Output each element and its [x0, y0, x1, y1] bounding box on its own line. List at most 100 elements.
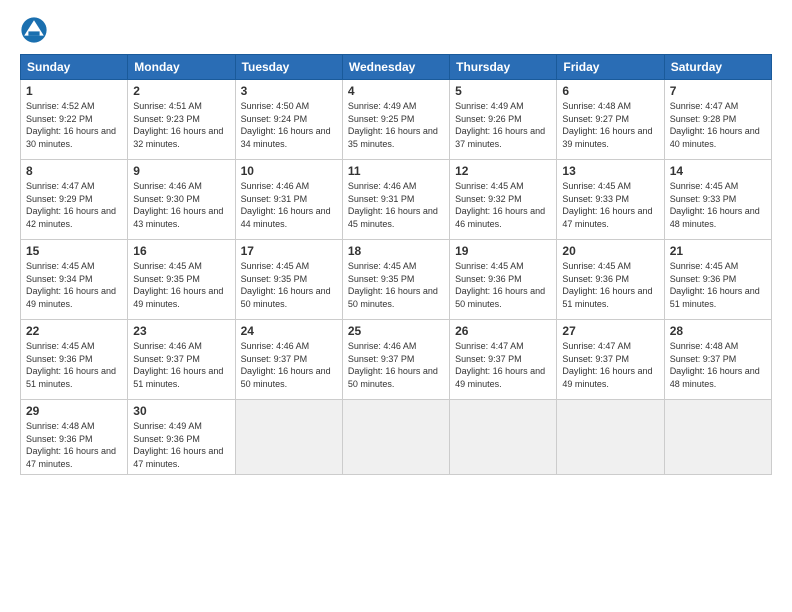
calendar-cell: 20 Sunrise: 4:45 AMSunset: 9:36 PMDaylig…: [557, 240, 664, 320]
calendar-weekday-saturday: Saturday: [664, 55, 771, 80]
calendar-cell: 27 Sunrise: 4:47 AMSunset: 9:37 PMDaylig…: [557, 320, 664, 400]
calendar-cell: 26 Sunrise: 4:47 AMSunset: 9:37 PMDaylig…: [450, 320, 557, 400]
calendar-cell: 12 Sunrise: 4:45 AMSunset: 9:32 PMDaylig…: [450, 160, 557, 240]
day-number: 16: [133, 244, 229, 258]
calendar-row-3: 15 Sunrise: 4:45 AMSunset: 9:34 PMDaylig…: [21, 240, 772, 320]
day-number: 28: [670, 324, 766, 338]
calendar-weekday-thursday: Thursday: [450, 55, 557, 80]
day-info: Sunrise: 4:48 AMSunset: 9:36 PMDaylight:…: [26, 420, 122, 470]
day-number: 11: [348, 164, 444, 178]
calendar-cell: 24 Sunrise: 4:46 AMSunset: 9:37 PMDaylig…: [235, 320, 342, 400]
calendar-weekday-tuesday: Tuesday: [235, 55, 342, 80]
calendar-cell: 2 Sunrise: 4:51 AMSunset: 9:23 PMDayligh…: [128, 80, 235, 160]
calendar-cell: [664, 400, 771, 475]
day-number: 29: [26, 404, 122, 418]
page: SundayMondayTuesdayWednesdayThursdayFrid…: [0, 0, 792, 485]
day-info: Sunrise: 4:50 AMSunset: 9:24 PMDaylight:…: [241, 100, 337, 150]
day-info: Sunrise: 4:45 AMSunset: 9:32 PMDaylight:…: [455, 180, 551, 230]
day-info: Sunrise: 4:52 AMSunset: 9:22 PMDaylight:…: [26, 100, 122, 150]
day-info: Sunrise: 4:49 AMSunset: 9:36 PMDaylight:…: [133, 420, 229, 470]
day-number: 15: [26, 244, 122, 258]
day-info: Sunrise: 4:47 AMSunset: 9:28 PMDaylight:…: [670, 100, 766, 150]
day-number: 7: [670, 84, 766, 98]
calendar-cell: 22 Sunrise: 4:45 AMSunset: 9:36 PMDaylig…: [21, 320, 128, 400]
calendar-cell: [450, 400, 557, 475]
calendar-cell: 3 Sunrise: 4:50 AMSunset: 9:24 PMDayligh…: [235, 80, 342, 160]
calendar-cell: 16 Sunrise: 4:45 AMSunset: 9:35 PMDaylig…: [128, 240, 235, 320]
calendar-cell: 10 Sunrise: 4:46 AMSunset: 9:31 PMDaylig…: [235, 160, 342, 240]
day-info: Sunrise: 4:45 AMSunset: 9:33 PMDaylight:…: [562, 180, 658, 230]
day-number: 10: [241, 164, 337, 178]
calendar-cell: 1 Sunrise: 4:52 AMSunset: 9:22 PMDayligh…: [21, 80, 128, 160]
calendar-weekday-monday: Monday: [128, 55, 235, 80]
day-number: 9: [133, 164, 229, 178]
day-number: 23: [133, 324, 229, 338]
day-number: 2: [133, 84, 229, 98]
logo: [20, 16, 52, 44]
day-number: 12: [455, 164, 551, 178]
calendar-cell: 30 Sunrise: 4:49 AMSunset: 9:36 PMDaylig…: [128, 400, 235, 475]
calendar-weekday-sunday: Sunday: [21, 55, 128, 80]
day-info: Sunrise: 4:46 AMSunset: 9:31 PMDaylight:…: [348, 180, 444, 230]
day-number: 3: [241, 84, 337, 98]
calendar-row-2: 8 Sunrise: 4:47 AMSunset: 9:29 PMDayligh…: [21, 160, 772, 240]
calendar-cell: [235, 400, 342, 475]
day-info: Sunrise: 4:45 AMSunset: 9:36 PMDaylight:…: [670, 260, 766, 310]
calendar-cell: 9 Sunrise: 4:46 AMSunset: 9:30 PMDayligh…: [128, 160, 235, 240]
day-info: Sunrise: 4:45 AMSunset: 9:36 PMDaylight:…: [26, 340, 122, 390]
day-number: 22: [26, 324, 122, 338]
day-number: 25: [348, 324, 444, 338]
calendar-cell: 6 Sunrise: 4:48 AMSunset: 9:27 PMDayligh…: [557, 80, 664, 160]
calendar-weekday-wednesday: Wednesday: [342, 55, 449, 80]
calendar-cell: 28 Sunrise: 4:48 AMSunset: 9:37 PMDaylig…: [664, 320, 771, 400]
day-info: Sunrise: 4:45 AMSunset: 9:36 PMDaylight:…: [562, 260, 658, 310]
calendar-table: SundayMondayTuesdayWednesdayThursdayFrid…: [20, 54, 772, 475]
day-info: Sunrise: 4:46 AMSunset: 9:30 PMDaylight:…: [133, 180, 229, 230]
day-info: Sunrise: 4:45 AMSunset: 9:36 PMDaylight:…: [455, 260, 551, 310]
calendar-cell: 14 Sunrise: 4:45 AMSunset: 9:33 PMDaylig…: [664, 160, 771, 240]
calendar-cell: 19 Sunrise: 4:45 AMSunset: 9:36 PMDaylig…: [450, 240, 557, 320]
day-info: Sunrise: 4:45 AMSunset: 9:35 PMDaylight:…: [241, 260, 337, 310]
calendar-cell: [557, 400, 664, 475]
day-info: Sunrise: 4:46 AMSunset: 9:37 PMDaylight:…: [133, 340, 229, 390]
day-info: Sunrise: 4:47 AMSunset: 9:37 PMDaylight:…: [562, 340, 658, 390]
day-number: 20: [562, 244, 658, 258]
header: [20, 16, 772, 44]
calendar-cell: 29 Sunrise: 4:48 AMSunset: 9:36 PMDaylig…: [21, 400, 128, 475]
calendar-cell: 13 Sunrise: 4:45 AMSunset: 9:33 PMDaylig…: [557, 160, 664, 240]
day-number: 26: [455, 324, 551, 338]
day-info: Sunrise: 4:48 AMSunset: 9:27 PMDaylight:…: [562, 100, 658, 150]
day-info: Sunrise: 4:46 AMSunset: 9:31 PMDaylight:…: [241, 180, 337, 230]
calendar-cell: 15 Sunrise: 4:45 AMSunset: 9:34 PMDaylig…: [21, 240, 128, 320]
calendar-weekday-friday: Friday: [557, 55, 664, 80]
calendar-cell: 23 Sunrise: 4:46 AMSunset: 9:37 PMDaylig…: [128, 320, 235, 400]
day-number: 6: [562, 84, 658, 98]
day-number: 19: [455, 244, 551, 258]
day-info: Sunrise: 4:45 AMSunset: 9:35 PMDaylight:…: [133, 260, 229, 310]
day-number: 24: [241, 324, 337, 338]
calendar-cell: 11 Sunrise: 4:46 AMSunset: 9:31 PMDaylig…: [342, 160, 449, 240]
day-info: Sunrise: 4:49 AMSunset: 9:26 PMDaylight:…: [455, 100, 551, 150]
day-number: 30: [133, 404, 229, 418]
day-number: 14: [670, 164, 766, 178]
day-info: Sunrise: 4:46 AMSunset: 9:37 PMDaylight:…: [348, 340, 444, 390]
calendar-row-1: 1 Sunrise: 4:52 AMSunset: 9:22 PMDayligh…: [21, 80, 772, 160]
logo-icon: [20, 16, 48, 44]
day-info: Sunrise: 4:45 AMSunset: 9:35 PMDaylight:…: [348, 260, 444, 310]
day-number: 5: [455, 84, 551, 98]
calendar-row-5: 29 Sunrise: 4:48 AMSunset: 9:36 PMDaylig…: [21, 400, 772, 475]
calendar-row-4: 22 Sunrise: 4:45 AMSunset: 9:36 PMDaylig…: [21, 320, 772, 400]
calendar-cell: [342, 400, 449, 475]
day-info: Sunrise: 4:49 AMSunset: 9:25 PMDaylight:…: [348, 100, 444, 150]
calendar-cell: 7 Sunrise: 4:47 AMSunset: 9:28 PMDayligh…: [664, 80, 771, 160]
day-number: 1: [26, 84, 122, 98]
calendar-cell: 25 Sunrise: 4:46 AMSunset: 9:37 PMDaylig…: [342, 320, 449, 400]
day-number: 21: [670, 244, 766, 258]
calendar-cell: 5 Sunrise: 4:49 AMSunset: 9:26 PMDayligh…: [450, 80, 557, 160]
calendar-cell: 4 Sunrise: 4:49 AMSunset: 9:25 PMDayligh…: [342, 80, 449, 160]
calendar-cell: 17 Sunrise: 4:45 AMSunset: 9:35 PMDaylig…: [235, 240, 342, 320]
day-number: 17: [241, 244, 337, 258]
day-number: 13: [562, 164, 658, 178]
day-info: Sunrise: 4:46 AMSunset: 9:37 PMDaylight:…: [241, 340, 337, 390]
day-number: 27: [562, 324, 658, 338]
